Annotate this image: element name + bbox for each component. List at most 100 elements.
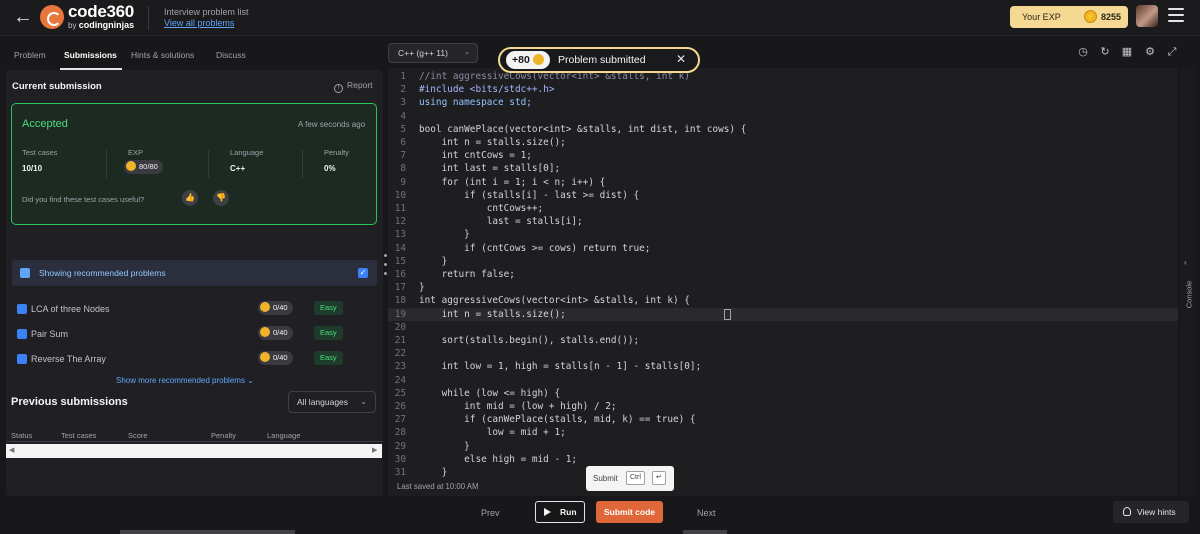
logo-text[interactable]: code360 (68, 2, 134, 22)
code-line[interactable]: 7 int cntCows = 1; (388, 149, 1178, 162)
code-line[interactable]: 15 } (388, 255, 1178, 268)
prev-button[interactable]: Prev (481, 508, 500, 518)
show-more-recommended-link[interactable]: Show more recommended problems ⌄ (116, 376, 254, 385)
code-line[interactable]: 2 #include <bits/stdc++.h> (388, 83, 1178, 96)
list-item[interactable]: Reverse The Array 0/40 Easy (6, 350, 383, 370)
thumbs-down-icon[interactable]: 👎 (213, 190, 229, 206)
code-text[interactable]: for (int i = 1; i < n; i++) { (419, 176, 606, 189)
code-line[interactable]: 11 cntCows++; (388, 202, 1178, 215)
code-text[interactable]: if (cntCows >= cows) return true; (419, 242, 650, 255)
report-button[interactable]: ! Report (334, 80, 373, 93)
tab-submissions[interactable]: Submissions (64, 50, 117, 60)
code-line[interactable]: 14 if (cntCows >= cows) return true; (388, 242, 1178, 255)
code-line[interactable]: 18 int aggressiveCows(vector<int> &stalls… (388, 294, 1178, 307)
problem-name[interactable]: LCA of three Nodes (31, 304, 110, 314)
code-text[interactable]: } (419, 228, 470, 241)
code-line[interactable]: 8 int last = stalls[0]; (388, 162, 1178, 175)
code-text[interactable]: using namespace std; (419, 96, 532, 109)
code-text[interactable]: sort(stalls.begin(), stalls.end()); (419, 334, 640, 347)
back-arrow-icon[interactable]: ← (12, 6, 34, 28)
code-line[interactable]: 6 int n = stalls.size(); (388, 136, 1178, 149)
code-line[interactable]: 30 else high = mid - 1; (388, 453, 1178, 466)
recommended-problems-header[interactable]: Showing recommended problems ✓ (12, 260, 377, 286)
code-text[interactable]: if (canWePlace(stalls, mid, k) == true) … (419, 413, 695, 426)
code-line[interactable]: 29 } (388, 440, 1178, 453)
difficulty-badge: Easy (314, 326, 343, 340)
horizontal-scrollbar[interactable]: ◀ ▶ (6, 444, 382, 458)
list-item[interactable]: Pair Sum 0/40 Easy (6, 325, 383, 345)
reset-icon[interactable]: ↻ (1099, 46, 1111, 58)
your-exp-badge[interactable]: Your EXP ⚡ 8255 (1010, 6, 1128, 28)
code-line[interactable]: 22 (388, 347, 1178, 360)
settings-gear-icon[interactable]: ⚙ (1144, 46, 1156, 58)
code-text[interactable]: int aggressiveCows(vector<int> &stalls, … (419, 294, 690, 307)
code-text[interactable]: cntCows++; (419, 202, 543, 215)
hamburger-menu-icon[interactable] (1168, 8, 1184, 22)
code-line[interactable]: 27 if (canWePlace(stalls, mid, k) == tru… (388, 413, 1178, 426)
code-line[interactable]: 16 return false; (388, 268, 1178, 281)
code-text[interactable]: int cntCows = 1; (419, 149, 532, 162)
code-text[interactable]: int last = stalls[0]; (419, 162, 561, 175)
tab-discuss[interactable]: Discuss (216, 50, 246, 60)
list-item[interactable]: LCA of three Nodes 0/40 Easy (6, 300, 383, 320)
view-hints-button[interactable]: View hints (1113, 501, 1189, 523)
code-text[interactable]: } (419, 466, 448, 479)
code-line[interactable]: 5 bool canWePlace(vector<int> &stalls, in… (388, 123, 1178, 136)
code-line[interactable]: 3 using namespace std; (388, 96, 1178, 109)
show-recommended-checkbox[interactable]: ✓ (358, 268, 368, 278)
code-line[interactable]: 12 last = stalls[i]; (388, 215, 1178, 228)
scroll-right-icon[interactable]: ▶ (372, 446, 377, 454)
code-text[interactable]: int low = 1, high = stalls[n - 1] - stal… (419, 360, 702, 373)
code-line[interactable]: 31 } (388, 466, 1178, 479)
code-text[interactable]: else high = mid - 1; (419, 453, 577, 466)
stat-value-penalty: 0% (324, 164, 336, 173)
code-line[interactable]: 9 for (int i = 1; i < n; i++) { (388, 176, 1178, 189)
code-line[interactable]: 26 int mid = (low + high) / 2; (388, 400, 1178, 413)
problem-name[interactable]: Reverse The Array (31, 354, 106, 364)
problem-name[interactable]: Pair Sum (31, 329, 68, 339)
code-text[interactable]: int n = stalls.size(); (419, 136, 566, 149)
layout-icon[interactable]: ▦ (1121, 46, 1133, 58)
code-text[interactable]: low = mid + 1; (419, 426, 566, 439)
close-icon[interactable]: ✕ (676, 52, 686, 66)
fullscreen-icon[interactable]: ⤢ (1166, 46, 1178, 58)
tab-problem[interactable]: Problem (14, 50, 46, 60)
code-line[interactable]: 23 int low = 1, high = stalls[n - 1] - s… (388, 360, 1178, 373)
code-line[interactable]: 20 (388, 321, 1178, 334)
code360-logo-icon[interactable] (40, 5, 64, 29)
code-text[interactable]: return false; (419, 268, 515, 281)
code-line[interactable]: 24 (388, 374, 1178, 387)
console-toggle[interactable]: ‹ Console (1180, 68, 1196, 496)
code-text[interactable]: if (stalls[i] - last >= dist) { (419, 189, 639, 202)
avatar[interactable] (1136, 5, 1158, 27)
thumbs-up-icon[interactable]: 👍 (182, 190, 198, 206)
next-button[interactable]: Next (697, 508, 716, 518)
code-text[interactable]: } (419, 255, 448, 268)
code-text[interactable]: } (419, 281, 425, 294)
code-line[interactable]: 21 sort(stalls.begin(), stalls.end()); (388, 334, 1178, 347)
view-all-problems-link[interactable]: View all problems (164, 18, 234, 28)
code-text[interactable]: int n = stalls.size(); (419, 308, 566, 321)
submit-code-button[interactable]: Submit code (596, 501, 663, 523)
code-line[interactable]: 13 } (388, 228, 1178, 241)
language-dropdown[interactable]: C++ (g++ 11) ⌄ (388, 43, 478, 63)
language-filter-select[interactable]: All languages ⌄ (288, 391, 376, 413)
code-text[interactable]: int mid = (low + high) / 2; (419, 400, 616, 413)
code-editor[interactable]: 1//int aggressiveCows(vector<int> &stall… (388, 68, 1178, 496)
code-line[interactable]: 10 if (stalls[i] - last >= dist) { (388, 189, 1178, 202)
code-line[interactable]: 19 int n = stalls.size(); (388, 307, 1178, 321)
run-button[interactable]: Run (535, 501, 585, 523)
code-text[interactable]: while (low <= high) { (419, 387, 561, 400)
scroll-left-icon[interactable]: ◀ (9, 446, 14, 454)
tab-hints-solutions[interactable]: Hints & solutions (131, 50, 194, 60)
code-text[interactable]: #include <bits/stdc++.h> (419, 83, 554, 96)
code-line[interactable]: 28 low = mid + 1; (388, 426, 1178, 439)
code-text[interactable]: } (419, 440, 470, 453)
code-line[interactable]: 25 while (low <= high) { (388, 387, 1178, 400)
code-text[interactable]: bool canWePlace(vector<int> &stalls, int… (419, 123, 746, 136)
panel-resize-handle[interactable] (384, 254, 387, 276)
code-text[interactable]: last = stalls[i]; (419, 215, 583, 228)
timer-icon[interactable]: ◷ (1077, 46, 1089, 58)
code-line[interactable]: 4 (388, 110, 1178, 123)
code-line[interactable]: 17} (388, 281, 1178, 294)
